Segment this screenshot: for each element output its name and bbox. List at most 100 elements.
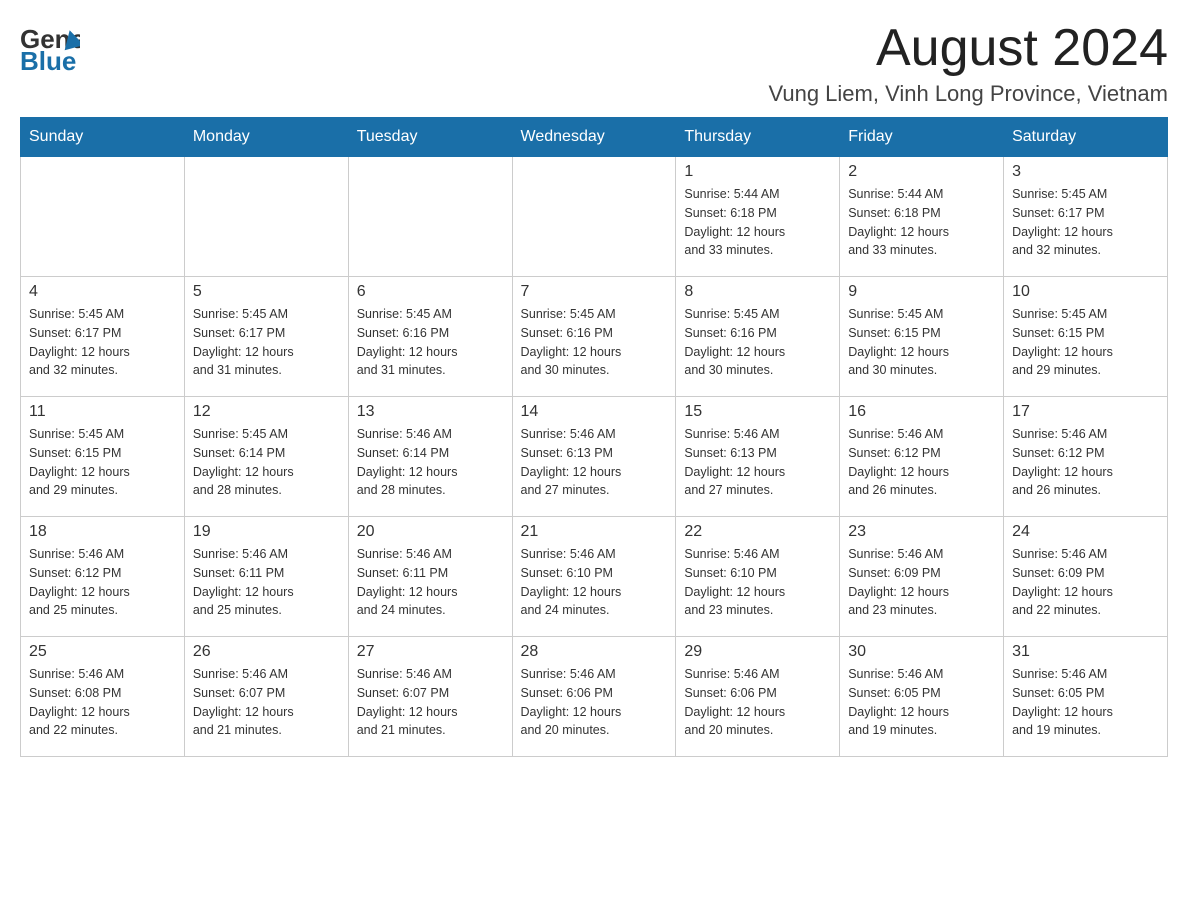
day-info: Sunrise: 5:46 AM Sunset: 6:09 PM Dayligh…	[1012, 545, 1159, 620]
table-row: 11 Sunrise: 5:45 AM Sunset: 6:15 PM Dayli…	[21, 397, 185, 517]
day-number: 12	[193, 403, 340, 421]
day-number: 21	[521, 523, 668, 541]
day-number: 15	[684, 403, 831, 421]
col-saturday: Saturday	[1004, 118, 1168, 157]
col-thursday: Thursday	[676, 118, 840, 157]
table-row: 15Sunrise: 5:46 AM Sunset: 6:13 PM Dayli…	[676, 397, 840, 517]
table-row: 13 Sunrise: 5:46 AM Sunset: 6:14 PM Dayli…	[348, 397, 512, 517]
day-info: Sunrise: 5:45 AM Sunset: 6:14 PM Dayligh…	[193, 425, 340, 500]
day-info: Sunrise: 5:46 AM Sunset: 6:12 PM Dayligh…	[29, 545, 176, 620]
day-number: 1	[684, 163, 831, 181]
calendar-week-row: 1 Sunrise: 5:44 AM Sunset: 6:18 PM Daylig…	[21, 157, 1168, 277]
title-section: August 2024 Vung Liem, Vinh Long Provinc…	[768, 20, 1168, 107]
table-row: 4Sunrise: 5:45 AM Sunset: 6:17 PM Daylig…	[21, 277, 185, 397]
day-info: Sunrise: 5:46 AM Sunset: 6:06 PM Dayligh…	[521, 665, 668, 740]
day-number: 7	[521, 283, 668, 301]
table-row: 18 Sunrise: 5:46 AM Sunset: 6:12 PM Dayli…	[21, 517, 185, 637]
day-info: Sunrise: 5:45 AM Sunset: 6:15 PM Dayligh…	[29, 425, 176, 500]
day-info: Sunrise: 5:46 AM Sunset: 6:05 PM Dayligh…	[1012, 665, 1159, 740]
day-info: Sunrise: 5:46 AM Sunset: 6:10 PM Dayligh…	[521, 545, 668, 620]
day-number: 18	[29, 523, 176, 541]
calendar-week-row: 25Sunrise: 5:46 AM Sunset: 6:08 PM Dayli…	[21, 637, 1168, 757]
table-row: 30Sunrise: 5:46 AM Sunset: 6:05 PM Dayli…	[840, 637, 1004, 757]
day-info: Sunrise: 5:46 AM Sunset: 6:10 PM Dayligh…	[684, 545, 831, 620]
table-row: 20 Sunrise: 5:46 AM Sunset: 6:11 PM Dayli…	[348, 517, 512, 637]
logo-icon: General Blue	[20, 20, 80, 75]
calendar-week-row: 4 Sunrise: 5:45 AM Sunset: 6:17 PM Daylig…	[21, 277, 1168, 397]
day-info: Sunrise: 5:46 AM Sunset: 6:13 PM Dayligh…	[521, 425, 668, 500]
table-row: 28 Sunrise: 5:46 AM Sunset: 6:06 PM Dayli…	[512, 637, 676, 757]
calendar-header-row: Sunday Monday Tuesday Wednesday Thursday…	[21, 118, 1168, 157]
day-number: 11	[29, 403, 176, 421]
day-number: 4	[29, 283, 176, 301]
col-tuesday: Tuesday	[348, 118, 512, 157]
day-number: 6	[357, 283, 504, 301]
day-info: Sunrise: 5:45 AM Sunset: 6:15 PM Dayligh…	[1012, 305, 1159, 380]
table-row	[512, 157, 676, 277]
calendar-week-row: 11 Sunrise: 5:45 AM Sunset: 6:15 PM Dayli…	[21, 397, 1168, 517]
day-number: 31	[1012, 643, 1159, 661]
day-info: Sunrise: 5:46 AM Sunset: 6:07 PM Dayligh…	[357, 665, 504, 740]
table-row: 6 Sunrise: 5:45 AM Sunset: 6:16 PM Daylig…	[348, 277, 512, 397]
col-sunday: Sunday	[21, 118, 185, 157]
day-number: 14	[521, 403, 668, 421]
table-row: 14 Sunrise: 5:46 AM Sunset: 6:13 PM Dayli…	[512, 397, 676, 517]
day-info: Sunrise: 5:45 AM Sunset: 6:17 PM Dayligh…	[1012, 185, 1159, 260]
table-row: 24Sunrise: 5:46 AM Sunset: 6:09 PM Dayli…	[1004, 517, 1168, 637]
day-number: 17	[1012, 403, 1159, 421]
table-row: 23Sunrise: 5:46 AM Sunset: 6:09 PM Dayli…	[840, 517, 1004, 637]
day-number: 28	[521, 643, 668, 661]
day-info: Sunrise: 5:46 AM Sunset: 6:11 PM Dayligh…	[193, 545, 340, 620]
table-row	[348, 157, 512, 277]
day-info: Sunrise: 5:45 AM Sunset: 6:17 PM Dayligh…	[193, 305, 340, 380]
table-row: 27 Sunrise: 5:46 AM Sunset: 6:07 PM Dayli…	[348, 637, 512, 757]
col-monday: Monday	[184, 118, 348, 157]
table-row: 22 Sunrise: 5:46 AM Sunset: 6:10 PM Dayli…	[676, 517, 840, 637]
table-row: 25Sunrise: 5:46 AM Sunset: 6:08 PM Dayli…	[21, 637, 185, 757]
day-number: 26	[193, 643, 340, 661]
day-info: Sunrise: 5:46 AM Sunset: 6:07 PM Dayligh…	[193, 665, 340, 740]
day-number: 9	[848, 283, 995, 301]
day-info: Sunrise: 5:45 AM Sunset: 6:16 PM Dayligh…	[357, 305, 504, 380]
col-wednesday: Wednesday	[512, 118, 676, 157]
day-number: 20	[357, 523, 504, 541]
table-row: 1 Sunrise: 5:44 AM Sunset: 6:18 PM Daylig…	[676, 157, 840, 277]
table-row: 29 Sunrise: 5:46 AM Sunset: 6:06 PM Dayli…	[676, 637, 840, 757]
table-row: 26 Sunrise: 5:46 AM Sunset: 6:07 PM Dayli…	[184, 637, 348, 757]
col-friday: Friday	[840, 118, 1004, 157]
month-title: August 2024	[768, 20, 1168, 77]
day-info: Sunrise: 5:44 AM Sunset: 6:18 PM Dayligh…	[684, 185, 831, 260]
day-number: 10	[1012, 283, 1159, 301]
day-number: 27	[357, 643, 504, 661]
day-info: Sunrise: 5:46 AM Sunset: 6:06 PM Dayligh…	[684, 665, 831, 740]
svg-text:Blue: Blue	[20, 46, 76, 75]
day-number: 2	[848, 163, 995, 181]
calendar: Sunday Monday Tuesday Wednesday Thursday…	[20, 117, 1168, 757]
day-info: Sunrise: 5:46 AM Sunset: 6:12 PM Dayligh…	[848, 425, 995, 500]
day-info: Sunrise: 5:46 AM Sunset: 6:11 PM Dayligh…	[357, 545, 504, 620]
table-row	[21, 157, 185, 277]
table-row: 2 Sunrise: 5:44 AM Sunset: 6:18 PM Daylig…	[840, 157, 1004, 277]
day-number: 5	[193, 283, 340, 301]
table-row: 17 Sunrise: 5:46 AM Sunset: 6:12 PM Dayli…	[1004, 397, 1168, 517]
day-number: 16	[848, 403, 995, 421]
day-info: Sunrise: 5:46 AM Sunset: 6:12 PM Dayligh…	[1012, 425, 1159, 500]
day-number: 8	[684, 283, 831, 301]
day-number: 13	[357, 403, 504, 421]
day-info: Sunrise: 5:46 AM Sunset: 6:14 PM Dayligh…	[357, 425, 504, 500]
day-info: Sunrise: 5:45 AM Sunset: 6:15 PM Dayligh…	[848, 305, 995, 380]
day-number: 29	[684, 643, 831, 661]
day-info: Sunrise: 5:44 AM Sunset: 6:18 PM Dayligh…	[848, 185, 995, 260]
day-number: 30	[848, 643, 995, 661]
day-info: Sunrise: 5:45 AM Sunset: 6:16 PM Dayligh…	[521, 305, 668, 380]
table-row: 31 Sunrise: 5:46 AM Sunset: 6:05 PM Dayli…	[1004, 637, 1168, 757]
day-info: Sunrise: 5:46 AM Sunset: 6:08 PM Dayligh…	[29, 665, 176, 740]
table-row: 19Sunrise: 5:46 AM Sunset: 6:11 PM Dayli…	[184, 517, 348, 637]
table-row: 12 Sunrise: 5:45 AM Sunset: 6:14 PM Dayli…	[184, 397, 348, 517]
day-number: 3	[1012, 163, 1159, 181]
day-number: 22	[684, 523, 831, 541]
table-row	[184, 157, 348, 277]
table-row: 21 Sunrise: 5:46 AM Sunset: 6:10 PM Dayli…	[512, 517, 676, 637]
table-row: 3 Sunrise: 5:45 AM Sunset: 6:17 PM Daylig…	[1004, 157, 1168, 277]
table-row: 7 Sunrise: 5:45 AM Sunset: 6:16 PM Daylig…	[512, 277, 676, 397]
